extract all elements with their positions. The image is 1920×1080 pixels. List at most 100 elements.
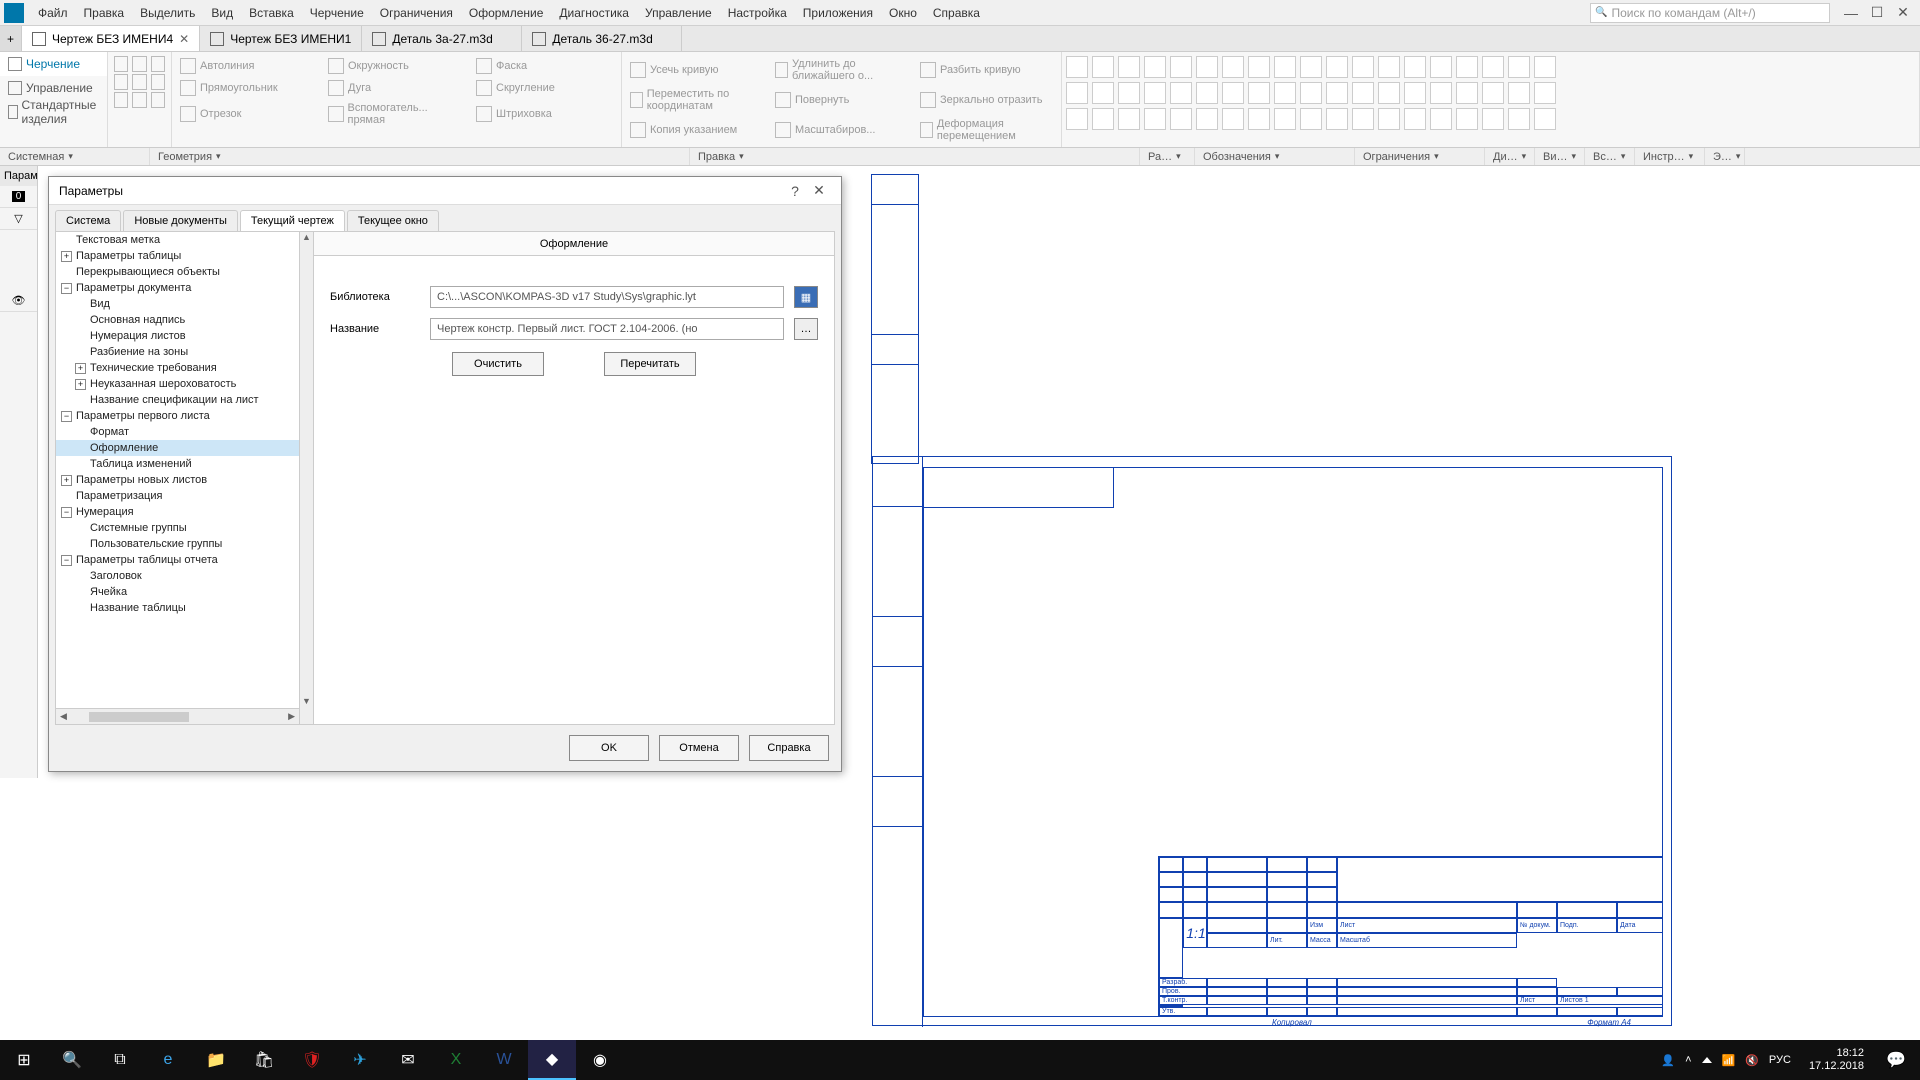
ribbon-cmd[interactable]: Переместить по координатам — [628, 86, 765, 114]
tree-item[interactable]: +Неуказанная шероховатость — [56, 376, 313, 392]
tree-item[interactable]: Заголовок — [56, 568, 313, 584]
library-field[interactable]: C:\...\ASCON\KOMPAS-3D v17 Study\Sys\gra… — [430, 286, 784, 308]
name-browse-button[interactable]: … — [794, 318, 818, 340]
tree-item[interactable]: Оформление — [56, 440, 313, 456]
doc-tab[interactable]: Чертеж БЕЗ ИМЕНИ1 — [200, 26, 362, 51]
reread-button[interactable]: Перечитать — [604, 352, 696, 376]
tree-item[interactable]: Основная надпись — [56, 312, 313, 328]
menu-Приложения[interactable]: Приложения — [795, 3, 881, 23]
explorer-icon[interactable]: 📁 — [192, 1040, 240, 1080]
ribbon-tab[interactable]: Черчение — [0, 52, 107, 76]
ribbon-cmd[interactable]: Разбить кривую — [918, 56, 1055, 84]
ribbon-tab[interactable]: Управление — [0, 76, 107, 100]
tree-expand-icon[interactable]: + — [75, 363, 86, 374]
help-button[interactable]: Справка — [749, 735, 829, 761]
tree-expand-icon[interactable]: + — [61, 251, 72, 262]
tree-expand-icon[interactable]: − — [61, 283, 72, 294]
group-label[interactable]: Ди…▾ — [1485, 148, 1535, 165]
menu-Ограничения[interactable]: Ограничения — [372, 3, 461, 23]
tree-expand-icon[interactable]: − — [61, 555, 72, 566]
cancel-button[interactable]: Отмена — [659, 735, 739, 761]
system-tray[interactable]: 👤 ˄ 📶 🔇 РУС — [1651, 1054, 1801, 1067]
clock[interactable]: 18:12 17.12.2018 — [1801, 1047, 1872, 1073]
name-field[interactable]: Чертеж констр. Первый лист. ГОСТ 2.104-2… — [430, 318, 784, 340]
group-label[interactable]: Ограничения▾ — [1355, 148, 1485, 165]
menu-Черчение[interactable]: Черчение — [302, 3, 372, 23]
menu-Правка[interactable]: Правка — [76, 3, 133, 23]
library-browse-button[interactable]: ▦ — [794, 286, 818, 308]
menu-Вставка[interactable]: Вставка — [241, 3, 302, 23]
tree-expand-icon[interactable]: − — [61, 507, 72, 518]
menu-Выделить[interactable]: Выделить — [132, 3, 203, 23]
doc-tab[interactable]: Деталь 3а-27.m3d — [362, 26, 522, 51]
menu-Оформление[interactable]: Оформление — [461, 3, 551, 23]
menu-Настройка[interactable]: Настройка — [720, 3, 795, 23]
taskview-button[interactable]: ⧉ — [96, 1040, 144, 1080]
dialog-tab[interactable]: Текущий чертеж — [240, 210, 345, 231]
network-icon[interactable]: 📶 — [1722, 1054, 1736, 1067]
tree-expand-icon[interactable]: + — [61, 475, 72, 486]
group-label[interactable]: Инстр…▾ — [1635, 148, 1705, 165]
kompas-icon[interactable]: ◆ — [528, 1040, 576, 1080]
tree-expand-icon[interactable]: − — [61, 411, 72, 422]
tree-item[interactable]: Перекрывающиеся объекты — [56, 264, 313, 280]
tree-item[interactable]: Разбиение на зоны — [56, 344, 313, 360]
ribbon-cmd[interactable]: Отрезок — [178, 100, 318, 128]
tray-triangle-icon[interactable] — [1702, 1057, 1712, 1063]
tree-item[interactable]: Таблица изменений — [56, 456, 313, 472]
close-button[interactable]: ✕ — [1890, 4, 1916, 22]
dialog-help-button[interactable]: ? — [783, 183, 807, 199]
ribbon-cmd[interactable]: Автолиния — [178, 56, 318, 76]
chrome-icon[interactable]: ◉ — [576, 1040, 624, 1080]
tree-item[interactable]: +Параметры новых листов — [56, 472, 313, 488]
settings-tree[interactable]: Текстовая метка+Параметры таблицыПерекры… — [56, 232, 314, 724]
tree-item[interactable]: +Технические требования — [56, 360, 313, 376]
dialog-tab[interactable]: Текущее окно — [347, 210, 439, 231]
tree-item[interactable]: Системные группы — [56, 520, 313, 536]
ribbon-cmd[interactable]: Окружность — [326, 56, 466, 76]
word-icon[interactable]: W — [480, 1040, 528, 1080]
ribbon-cmd[interactable]: Дуга — [326, 78, 466, 98]
ribbon-cmd[interactable]: Масштабиров... — [773, 116, 910, 144]
people-icon[interactable]: 👤 — [1661, 1054, 1675, 1067]
minimize-button[interactable]: — — [1838, 4, 1864, 22]
eye-icon[interactable]: 👁 — [0, 290, 37, 312]
group-label[interactable]: Системная▾ — [0, 148, 150, 165]
ribbon-cmd[interactable]: Деформация перемещением — [918, 116, 1055, 144]
ribbon-cmd[interactable]: Фаска — [474, 56, 614, 76]
tree-item[interactable]: −Параметры первого листа — [56, 408, 313, 424]
ribbon-cmd[interactable]: Удлинить до ближайшего о... — [773, 56, 910, 84]
tree-expand-icon[interactable]: + — [75, 379, 86, 390]
store-icon[interactable]: 🛍 — [240, 1040, 288, 1080]
ribbon-cmd[interactable]: Копия указанием — [628, 116, 765, 144]
search-button[interactable]: 🔍 — [48, 1040, 96, 1080]
tree-item[interactable]: Пользовательские группы — [56, 536, 313, 552]
add-tab-button[interactable]: + — [0, 26, 22, 51]
tree-item[interactable]: Параметризация — [56, 488, 313, 504]
menu-Справка[interactable]: Справка — [925, 3, 988, 23]
start-button[interactable]: ⊞ — [0, 1040, 48, 1080]
group-label[interactable]: Э…▾ — [1705, 148, 1745, 165]
tab-close-icon[interactable]: ✕ — [179, 32, 189, 46]
notifications-icon[interactable]: 💬 — [1872, 1040, 1920, 1080]
menu-Файл[interactable]: Файл — [30, 3, 76, 23]
menu-Вид[interactable]: Вид — [203, 3, 241, 23]
dialog-tab[interactable]: Система — [55, 210, 121, 231]
tree-item[interactable]: −Нумерация — [56, 504, 313, 520]
ribbon-cmd[interactable]: Зеркально отразить — [918, 86, 1055, 114]
tray-chevron-icon[interactable]: ˄ — [1685, 1054, 1691, 1066]
group-label[interactable]: Ви…▾ — [1535, 148, 1585, 165]
edge-icon[interactable]: e — [144, 1040, 192, 1080]
ribbon-cmd[interactable]: Прямоугольник — [178, 78, 318, 98]
group-label[interactable]: Правка▾ — [690, 148, 1140, 165]
group-label[interactable]: Геометрия▾ — [150, 148, 690, 165]
tree-item[interactable]: Формат — [56, 424, 313, 440]
clear-button[interactable]: Очистить — [452, 352, 544, 376]
ok-button[interactable]: OK — [569, 735, 649, 761]
tree-item[interactable]: Название спецификации на лист — [56, 392, 313, 408]
tree-item[interactable]: −Параметры документа — [56, 280, 313, 296]
dialog-titlebar[interactable]: Параметры ? ✕ — [49, 177, 841, 205]
tree-hscrollbar[interactable]: ◀▶ — [56, 708, 299, 724]
ribbon-cmd[interactable]: Повернуть — [773, 86, 910, 114]
tree-item[interactable]: Текстовая метка — [56, 232, 313, 248]
